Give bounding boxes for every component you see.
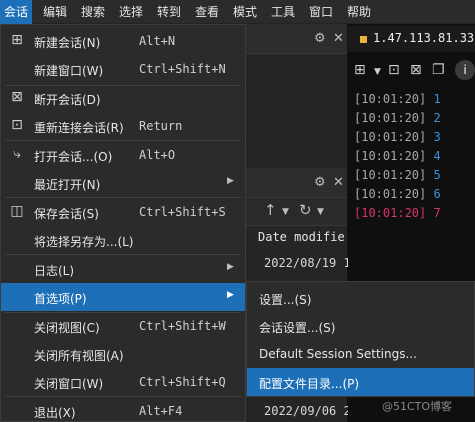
terminal-line: [10:01:20] 5 bbox=[354, 168, 441, 182]
close-view-menu-item[interactable]: 关闭视图(C) Ctrl+Shift+W bbox=[1, 312, 245, 340]
watermark: @51CTO博客 bbox=[382, 400, 453, 413]
file-pane-header: ⚙ ✕ bbox=[246, 168, 347, 198]
submenu-arrow-icon: ▶ bbox=[227, 290, 234, 300]
menu-window[interactable]: 窗口 bbox=[305, 0, 337, 24]
close-icon[interactable]: ✕ bbox=[333, 175, 344, 191]
menu-help[interactable]: 帮助 bbox=[343, 0, 375, 24]
table-row[interactable]: 2022/08/19 1 bbox=[264, 256, 351, 270]
terminal-line-highlighted: [10:01:20] 7 bbox=[354, 206, 441, 220]
menu-view[interactable]: 查看 bbox=[191, 0, 223, 24]
file-toolbar: ↑ ▼ ↻ ▼ bbox=[246, 198, 347, 226]
menu-select[interactable]: 选择 bbox=[115, 0, 147, 24]
date-modified-column-header[interactable]: Date modifie bbox=[258, 230, 345, 244]
gear-icon[interactable]: ⚙ bbox=[314, 175, 326, 191]
terminal-line: [10:01:20] 3 bbox=[354, 130, 441, 144]
log-menu-item[interactable]: 日志(L) ▶ bbox=[1, 255, 245, 283]
close-window-menu-item[interactable]: 关闭窗口(W) Ctrl+Shift+Q bbox=[1, 368, 245, 396]
save-session-menu-item[interactable]: ◫ 保存会话(S) Ctrl+Shift+S bbox=[1, 198, 245, 226]
terminal-line: [10:01:20] 1 bbox=[354, 92, 441, 106]
reconnect-session-menu-item[interactable]: ⊡ 重新连接会话(R) Return bbox=[1, 112, 245, 140]
tab-status-dot bbox=[360, 36, 367, 43]
open-session-icon: ⤷ bbox=[13, 146, 21, 162]
chevron-down-icon[interactable]: ▼ bbox=[374, 63, 381, 81]
recent-sessions-menu-item[interactable]: 最近打开(N) ▶ bbox=[1, 169, 245, 197]
save-selection-as-menu-item[interactable]: 将选择另存为...(L) bbox=[1, 226, 245, 254]
chevron-down-icon[interactable]: ▼ bbox=[282, 204, 289, 220]
session-tab-label: 1.47.113.81.33 bbox=[373, 31, 475, 45]
refresh-icon[interactable]: ↻ bbox=[299, 202, 312, 218]
reconnect-icon: ⊡ bbox=[11, 117, 23, 133]
config-directory-menu-item[interactable]: 配置文件目录...(P) bbox=[247, 368, 474, 396]
table-row[interactable]: 2022/09/06 2 bbox=[264, 404, 351, 418]
terminal-line: [10:01:20] 2 bbox=[354, 111, 441, 125]
copy-icon[interactable]: ❐ bbox=[432, 61, 445, 79]
connect-pane-header: ⚙ ✕ bbox=[246, 24, 347, 54]
new-session-icon: ⊞ bbox=[11, 32, 23, 48]
gear-icon[interactable]: ⚙ bbox=[314, 31, 326, 47]
preferences-menu-item[interactable]: 首选项(P) ▶ bbox=[1, 283, 245, 311]
menu-session[interactable]: 会话 bbox=[0, 0, 33, 24]
disconnect-session-menu-item[interactable]: ⊠ 断开会话(D) bbox=[1, 84, 245, 112]
reconnect-icon[interactable]: ⊡ bbox=[388, 61, 400, 79]
up-arrow-icon[interactable]: ↑ bbox=[264, 202, 277, 218]
preferences-submenu: 设置...(S) 会话设置...(S) Default Session Sett… bbox=[246, 281, 475, 397]
session-settings-menu-item[interactable]: 会话设置...(S) bbox=[247, 312, 474, 340]
terminal-toolbar: ⊞ ▼ ⊡ ⊠ ❐ i bbox=[348, 56, 475, 84]
disconnect-icon: ⊠ bbox=[11, 89, 23, 105]
default-session-settings-menu-item[interactable]: Default Session Settings... bbox=[247, 340, 474, 368]
menu-goto[interactable]: 转到 bbox=[153, 0, 185, 24]
info-icon[interactable]: i bbox=[455, 60, 475, 80]
settings-menu-item[interactable]: 设置...(S) bbox=[247, 284, 474, 312]
menu-search[interactable]: 搜索 bbox=[77, 0, 109, 24]
new-session-menu-item[interactable]: ⊞ 新建会话(N) Alt+N bbox=[1, 27, 245, 55]
menu-bar: 会话 编辑 搜索 选择 转到 查看 模式 工具 窗口 帮助 bbox=[0, 0, 475, 24]
new-window-menu-item[interactable]: 新建窗口(W) Ctrl+Shift+N bbox=[1, 55, 245, 83]
menu-tools[interactable]: 工具 bbox=[267, 0, 299, 24]
chevron-down-icon[interactable]: ▼ bbox=[317, 204, 324, 220]
open-session-menu-item[interactable]: ⤷ 打开会话...(O) Alt+O bbox=[1, 141, 245, 169]
submenu-arrow-icon: ▶ bbox=[227, 176, 234, 186]
exit-menu-item[interactable]: 退出(X) Alt+F4 bbox=[1, 397, 245, 422]
disconnect-icon[interactable]: ⊠ bbox=[410, 61, 422, 79]
save-icon: ◫ bbox=[10, 203, 24, 219]
submenu-arrow-icon: ▶ bbox=[227, 262, 234, 272]
new-session-icon[interactable]: ⊞ bbox=[354, 61, 366, 79]
terminal-line: [10:01:20] 6 bbox=[354, 187, 441, 201]
session-tab[interactable]: 1.47.113.81.33 bbox=[348, 26, 475, 52]
menu-edit[interactable]: 编辑 bbox=[39, 0, 71, 24]
menu-mode[interactable]: 模式 bbox=[229, 0, 261, 24]
terminal-line: [10:01:20] 4 bbox=[354, 149, 441, 163]
close-icon[interactable]: ✕ bbox=[333, 31, 344, 47]
session-dropdown-menu: ⊞ 新建会话(N) Alt+N 新建窗口(W) Ctrl+Shift+N ⊠ 断… bbox=[0, 24, 246, 422]
close-all-views-menu-item[interactable]: 关闭所有视图(A) bbox=[1, 340, 245, 368]
connect-pane: ⚙ ✕ bbox=[246, 24, 348, 168]
